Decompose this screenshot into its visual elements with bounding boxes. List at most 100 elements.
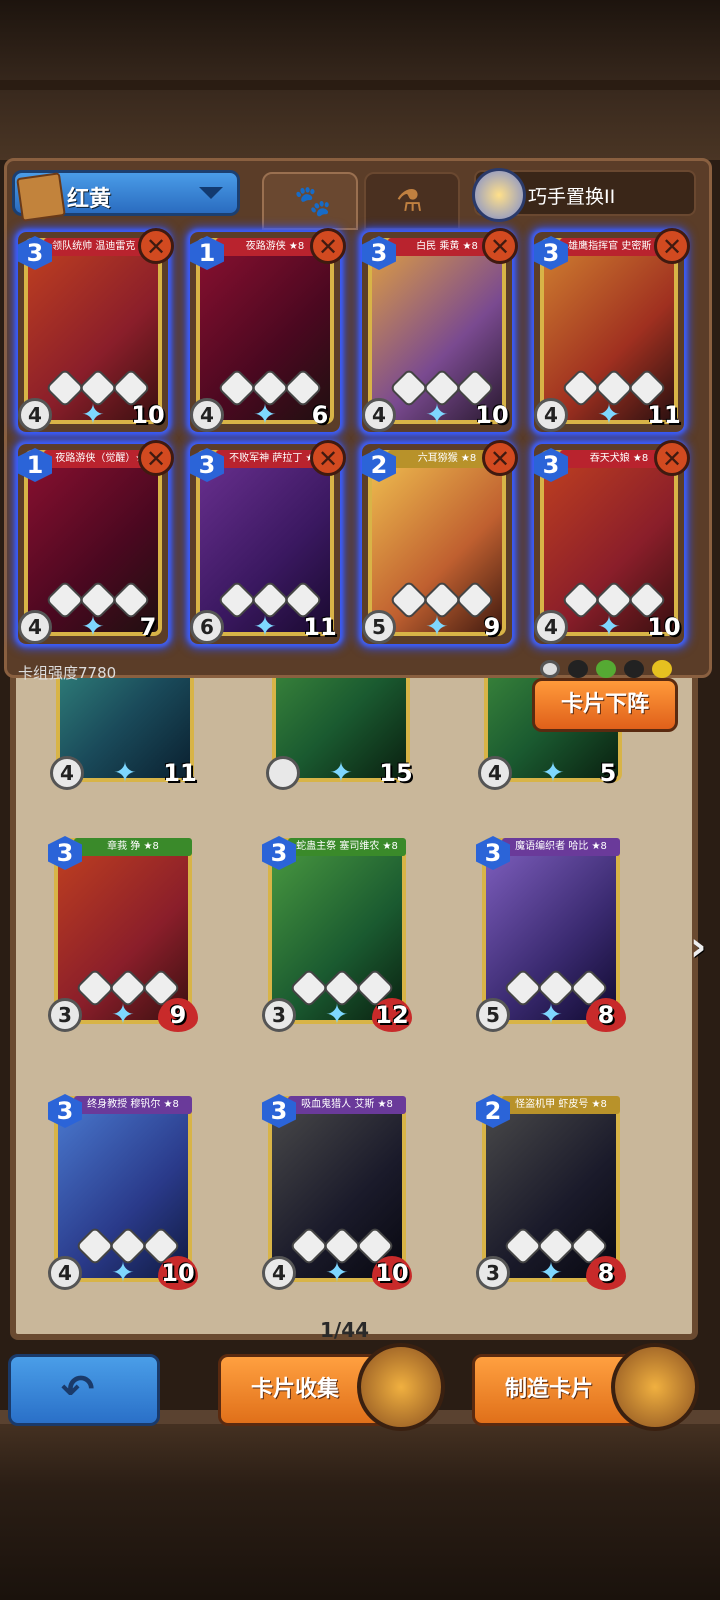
- card-health: 6: [311, 401, 329, 429]
- filter-all-icon[interactable]: [540, 660, 560, 678]
- card-attack: 4: [534, 610, 568, 644]
- card-health: 9: [483, 613, 501, 641]
- card-health: 10: [475, 401, 509, 429]
- rarity-star-icon: ✦: [111, 1256, 135, 1289]
- remove-card-icon[interactable]: ✕: [310, 228, 346, 264]
- collection-card[interactable]: 蛇蛊主祭 塞司维农 ★8 3 3 ✦ 12: [262, 832, 412, 1032]
- rarity-star-icon: ✦: [329, 756, 353, 789]
- filter-light-icon[interactable]: [652, 660, 672, 678]
- remove-card-icon[interactable]: ✕: [482, 440, 518, 476]
- potion-icon: ⚗: [396, 184, 423, 219]
- card-attack: 3: [48, 998, 82, 1032]
- paw-potion-icon: [611, 1343, 699, 1431]
- card-health: 8: [586, 998, 626, 1032]
- deck-card[interactable]: 不败军神 萨拉丁 ★8 3 6 ✦ 11 ✕: [190, 440, 346, 644]
- collection-card[interactable]: 怪盗机甲 虾皮号 ★8 2 3 ✦ 8: [476, 1090, 626, 1290]
- collection-card[interactable]: 吸血鬼猎人 艾斯 ★8 3 4 ✦ 10: [262, 1090, 412, 1290]
- card-health: 10: [647, 613, 681, 641]
- card-health: 10: [372, 1256, 412, 1290]
- card-attack: 4: [478, 756, 512, 790]
- deck-card[interactable]: 领队统帅 温迪雷克 ★8 3 4 ✦ 10 ✕: [18, 228, 174, 432]
- card-name: 蛇蛊主祭 塞司维农 ★8: [288, 838, 406, 856]
- deck-card[interactable]: 六耳猕猴 ★8 2 5 ✦ 9 ✕: [362, 440, 518, 644]
- deck-card[interactable]: 雄鹰指挥官 史密斯 ★8 3 4 ✦ 11 ✕: [534, 228, 690, 432]
- card-attack: 5: [476, 998, 510, 1032]
- rarity-star-icon: ✦: [425, 398, 449, 431]
- card-health: 10: [131, 401, 165, 429]
- deck-card[interactable]: 夜路游侠 ★8 1 4 ✦ 6 ✕: [190, 228, 346, 432]
- card-health: 15: [379, 759, 413, 787]
- paw-icon: 🐾: [294, 184, 332, 219]
- card-attack: 4: [48, 1256, 82, 1290]
- remove-card-icon[interactable]: ✕: [654, 228, 690, 264]
- rarity-star-icon: ✦: [597, 398, 621, 431]
- card-attack: 4: [50, 756, 84, 790]
- tab-cards[interactable]: 🐾: [262, 172, 358, 230]
- card-health: 12: [372, 998, 412, 1032]
- card-attack: 4: [362, 398, 396, 432]
- collection-card[interactable]: 魔语编织者 哈比 ★8 3 5 ✦ 8: [476, 832, 626, 1032]
- card-attack: 4: [18, 610, 52, 644]
- card-name: 章莪 狰 ★8: [74, 838, 192, 856]
- filter-nature-icon[interactable]: [596, 660, 616, 678]
- remove-card-icon[interactable]: ✕: [654, 440, 690, 476]
- craft-card-label: 制造卡片: [505, 1377, 594, 1402]
- rarity-star-icon: ✦: [81, 398, 105, 431]
- deck-book-icon: [16, 172, 66, 222]
- card-name: 魔语编织者 哈比 ★8: [502, 838, 620, 856]
- card-health: 7: [139, 613, 157, 641]
- card-health: 11: [163, 759, 197, 787]
- card-health: 9: [158, 998, 198, 1032]
- filter-water-icon[interactable]: [624, 660, 644, 678]
- skill-label: 巧手置换II: [528, 186, 616, 208]
- page-indicator: 1/44: [320, 1318, 370, 1342]
- card-health: 8: [586, 1256, 626, 1290]
- rarity-star-icon: ✦: [253, 610, 277, 643]
- remove-card-icon[interactable]: ✕: [310, 440, 346, 476]
- card-collection-button[interactable]: 卡片收集: [218, 1343, 445, 1431]
- back-button[interactable]: ↶: [8, 1354, 160, 1426]
- card-health: 5: [599, 759, 617, 787]
- card-name: 吸血鬼猎人 艾斯 ★8: [288, 1096, 406, 1114]
- collection-card[interactable]: 章莪 狰 ★8 3 3 ✦ 9: [48, 832, 198, 1032]
- rarity-star-icon: ✦: [539, 1256, 563, 1289]
- card-attack: [266, 756, 300, 790]
- bottom-wood-frame: [0, 1410, 720, 1600]
- craft-card-button[interactable]: 制造卡片: [472, 1343, 699, 1431]
- deck-power: 卡组强度7780: [18, 664, 117, 682]
- unload-card-button[interactable]: 卡片下阵: [532, 678, 678, 732]
- deck-selector[interactable]: 红黄: [12, 170, 240, 222]
- collection-card[interactable]: 终身教授 穆钒尔 ★8 3 4 ✦ 10: [48, 1090, 198, 1290]
- rarity-star-icon: ✦: [113, 756, 137, 789]
- tab-potions[interactable]: ⚗: [364, 172, 460, 230]
- card-attack: 5: [362, 610, 396, 644]
- deck-name: 红黄: [67, 187, 112, 212]
- rarity-star-icon: ✦: [597, 610, 621, 643]
- top-wood-frame: [0, 0, 720, 160]
- card-pack-icon: [357, 1343, 445, 1431]
- remove-card-icon[interactable]: ✕: [482, 228, 518, 264]
- rarity-star-icon: ✦: [541, 756, 565, 789]
- deck-card[interactable]: 夜路游侠（觉醒）★8 1 4 ✦ 7 ✕: [18, 440, 174, 644]
- rarity-star-icon: ✦: [425, 610, 449, 643]
- rarity-star-icon: ✦: [111, 998, 135, 1031]
- rarity-star-icon: ✦: [81, 610, 105, 643]
- back-arrow-icon: ↶: [61, 1367, 95, 1413]
- rarity-star-icon: ✦: [539, 998, 563, 1031]
- hero-skill-button[interactable]: 巧手置换II: [472, 168, 696, 222]
- chevron-down-icon: [199, 187, 223, 199]
- card-attack: 3: [476, 1256, 510, 1290]
- deck-card[interactable]: 白民 乘黄 ★8 3 4 ✦ 10 ✕: [362, 228, 518, 432]
- card-attack: 3: [262, 998, 296, 1032]
- card-collection-label: 卡片收集: [251, 1377, 340, 1402]
- card-name: 怪盗机甲 虾皮号 ★8: [502, 1096, 620, 1114]
- card-attack: 6: [190, 610, 224, 644]
- filter-dark-icon[interactable]: [568, 660, 588, 678]
- remove-card-icon[interactable]: ✕: [138, 228, 174, 264]
- next-page-arrow-icon[interactable]: ›: [690, 924, 706, 970]
- remove-card-icon[interactable]: ✕: [138, 440, 174, 476]
- card-attack: 4: [18, 398, 52, 432]
- element-filters[interactable]: [540, 660, 690, 700]
- rarity-star-icon: ✦: [253, 398, 277, 431]
- deck-card[interactable]: 吞天犬娘 ★8 3 4 ✦ 10 ✕: [534, 440, 690, 644]
